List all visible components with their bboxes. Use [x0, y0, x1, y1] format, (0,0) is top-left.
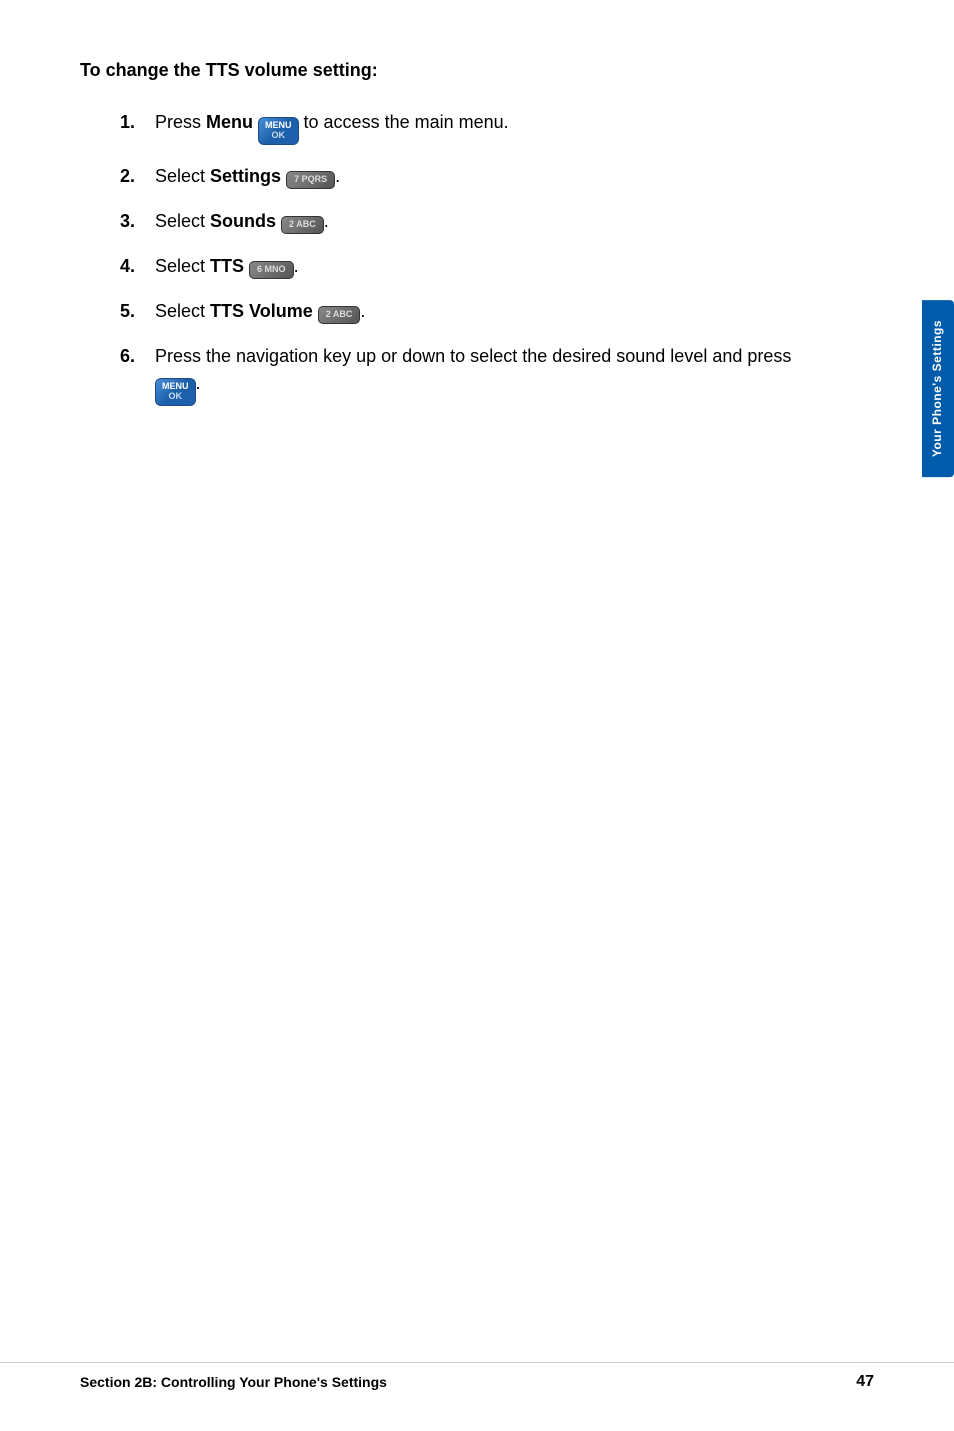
- step-3-content: Select Sounds 2 ABC.: [155, 208, 820, 235]
- menu-key-1: MENUOK: [258, 117, 299, 145]
- step-2-text-before: Select: [155, 166, 210, 186]
- step-1-number: 1.: [120, 109, 155, 136]
- step-5-content: Select TTS Volume 2 ABC.: [155, 298, 820, 325]
- key-bottom-1: OK: [272, 131, 286, 141]
- step-4-number: 4.: [120, 253, 155, 280]
- step-6: 6. Press the navigation key up or down t…: [120, 343, 820, 406]
- step-5-bold: TTS Volume: [210, 301, 313, 321]
- steps-list: 1. Press Menu MENUOK to access the main …: [80, 109, 820, 406]
- page-content: To change the TTS volume setting: 1. Pre…: [0, 0, 900, 484]
- step-4-text-before: Select: [155, 256, 210, 276]
- step-6-text-before: Press the navigation key up or down to s…: [155, 346, 791, 366]
- step-4: 4. Select TTS 6 MNO.: [120, 253, 820, 280]
- key-top-5: 2 ABC: [326, 310, 353, 320]
- step-4-bold: TTS: [210, 256, 244, 276]
- step-5-text-after: .: [360, 301, 365, 321]
- key-top-2: 7 PQRS: [294, 175, 327, 185]
- menu-key-6: MENUOK: [155, 378, 196, 406]
- section-heading: To change the TTS volume setting:: [80, 60, 820, 81]
- step-2-number: 2.: [120, 163, 155, 190]
- step-2-content: Select Settings 7 PQRS.: [155, 163, 820, 190]
- step-5-number: 5.: [120, 298, 155, 325]
- step-3-bold: Sounds: [210, 211, 276, 231]
- step-2: 2. Select Settings 7 PQRS.: [120, 163, 820, 190]
- step-6-content: Press the navigation key up or down to s…: [155, 343, 820, 406]
- step-3-text-before: Select: [155, 211, 210, 231]
- footer-page-number: 47: [856, 1373, 874, 1391]
- side-tab: Your Phone's Settings: [922, 300, 954, 477]
- step-1-bold: Menu: [206, 112, 253, 132]
- step-6-text-after: .: [196, 373, 201, 393]
- step-4-content: Select TTS 6 MNO.: [155, 253, 820, 280]
- page-footer: Section 2B: Controlling Your Phone's Set…: [0, 1362, 954, 1391]
- key-top-3: 2 ABC: [289, 220, 316, 230]
- step-3-text-after: .: [324, 211, 329, 231]
- step-4-text-after: .: [294, 256, 299, 276]
- gray-key-5: 2 ABC: [318, 306, 361, 324]
- step-5: 5. Select TTS Volume 2 ABC.: [120, 298, 820, 325]
- step-3: 3. Select Sounds 2 ABC.: [120, 208, 820, 235]
- step-2-text-after: .: [335, 166, 340, 186]
- step-6-number: 6.: [120, 343, 155, 370]
- step-1-text-after: to access the main menu.: [299, 112, 509, 132]
- step-2-bold: Settings: [210, 166, 281, 186]
- gray-key-2: 7 PQRS: [286, 171, 335, 189]
- step-1-content: Press Menu MENUOK to access the main men…: [155, 109, 820, 145]
- step-1: 1. Press Menu MENUOK to access the main …: [120, 109, 820, 145]
- step-1-text-before: Press: [155, 112, 206, 132]
- step-5-text-before: Select: [155, 301, 210, 321]
- key-top-4: 6 MNO: [257, 265, 286, 275]
- step-3-number: 3.: [120, 208, 155, 235]
- footer-section-label: Section 2B: Controlling Your Phone's Set…: [80, 1374, 387, 1390]
- key-bottom-6: OK: [169, 392, 183, 402]
- gray-key-4: 6 MNO: [249, 261, 294, 279]
- gray-key-3: 2 ABC: [281, 216, 324, 234]
